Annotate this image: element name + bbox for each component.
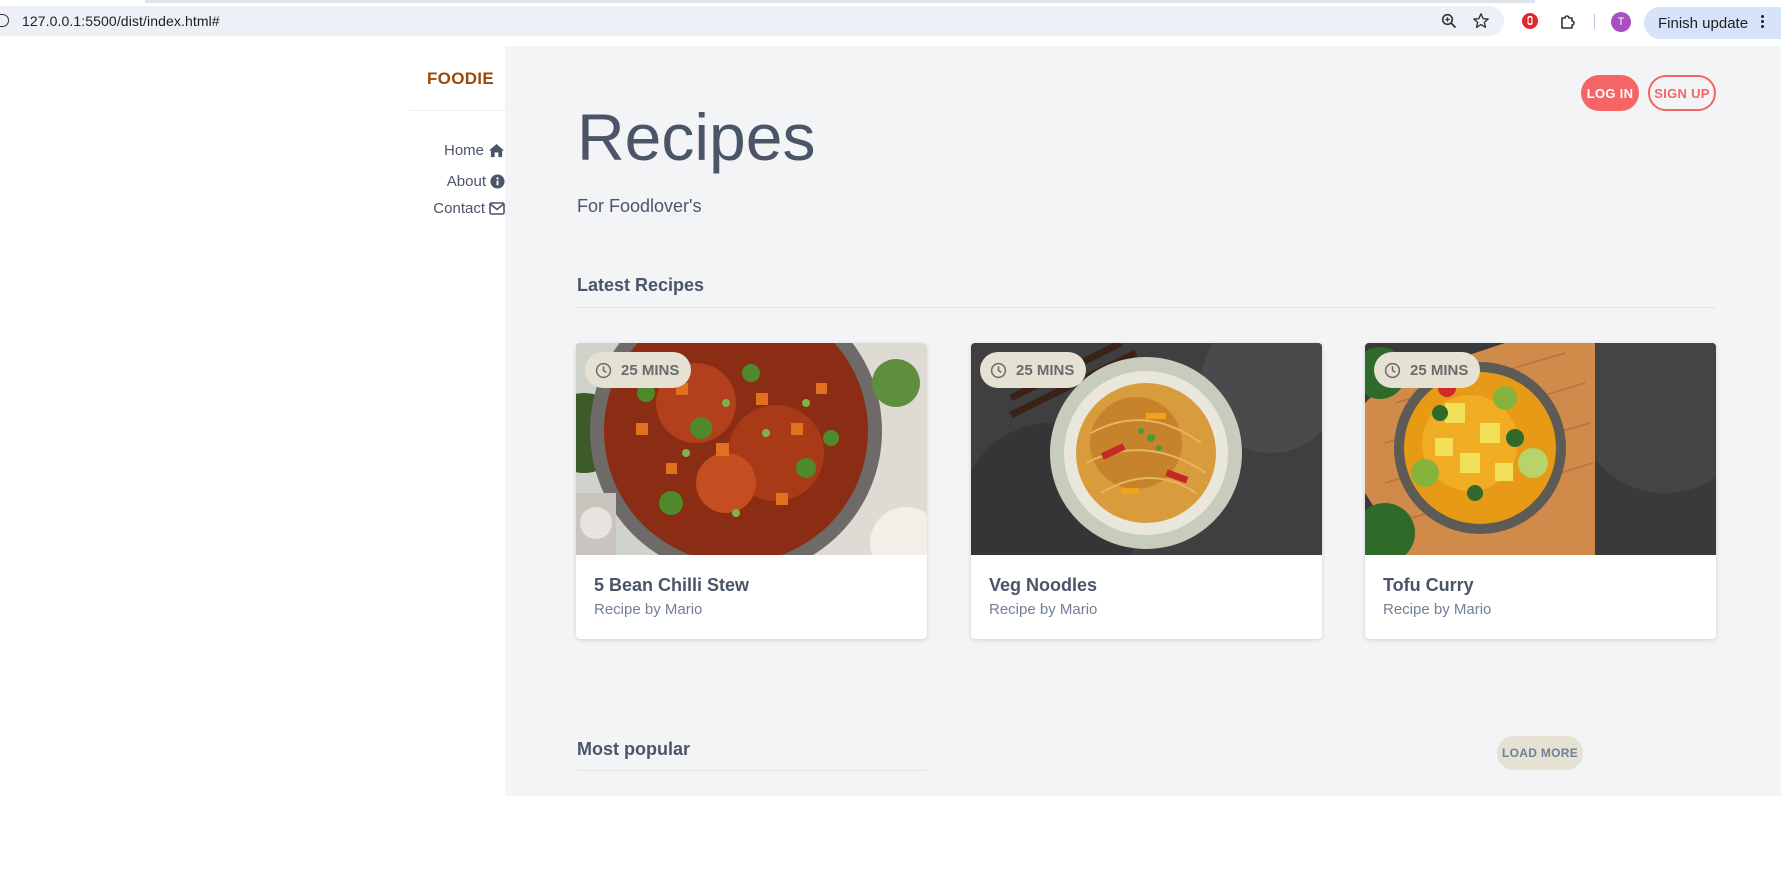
recipe-card[interactable]: 25 MINS Veg Noodles Recipe by Mario <box>971 343 1322 639</box>
sidebar-item-contact[interactable]: Contact <box>433 200 505 217</box>
recipe-card[interactable]: 25 MINS Tofu Curry Recipe by Mario <box>1365 343 1716 639</box>
cook-time-text: 25 MINS <box>1410 361 1469 379</box>
signup-button[interactable]: SIGN UP <box>1648 75 1716 111</box>
recipe-title[interactable]: Tofu Curry <box>1383 575 1474 596</box>
recipe-title[interactable]: Veg Noodles <box>989 575 1097 596</box>
page-title: Recipes <box>577 100 816 174</box>
most-popular-divider <box>577 770 927 771</box>
brand-divider <box>410 110 506 111</box>
finish-update-label: Finish update <box>1658 15 1749 32</box>
recipe-card[interactable]: 25 MINS 5 Bean Chilli Stew Recipe by Mar… <box>576 343 927 639</box>
extensions-puzzle-icon[interactable] <box>1558 11 1578 31</box>
clock-icon <box>1384 362 1401 378</box>
cook-time-text: 25 MINS <box>621 361 680 379</box>
recipe-author: Recipe by Mario <box>989 601 1098 618</box>
load-more-button[interactable]: LOAD MORE <box>1497 736 1583 770</box>
most-popular-heading: Most popular <box>577 739 690 759</box>
sidebar <box>0 46 505 801</box>
sidebar-item-label: About <box>446 173 486 190</box>
veg-noodles-photo: 25 MINS <box>971 343 1322 555</box>
page-subtitle: For Foodlover's <box>577 196 702 216</box>
sidebar-item-about[interactable]: About <box>447 173 505 190</box>
cook-time-badge: 25 MINS <box>585 352 692 388</box>
recipe-author: Recipe by Mario <box>594 601 703 618</box>
recipe-author: Recipe by Mario <box>1383 601 1492 618</box>
sidebar-item-label: Contact <box>433 200 485 217</box>
recipe-title[interactable]: 5 Bean Chilli Stew <box>594 575 749 596</box>
cook-time-text: 25 MINS <box>1016 361 1075 379</box>
profile-avatar[interactable]: T <box>1611 12 1631 32</box>
finish-update-button[interactable]: Finish update <box>1644 7 1781 39</box>
toolbar-separator <box>1594 14 1595 29</box>
sidebar-item-home[interactable]: Home <box>444 142 505 159</box>
cook-time-badge: 25 MINS <box>980 352 1087 388</box>
envelope-icon <box>489 202 505 215</box>
tofu-curry-photo: 25 MINS <box>1365 343 1716 555</box>
bean-chilli-stew-photo: 25 MINS <box>576 343 927 555</box>
extension-red-icon[interactable] <box>1520 11 1540 31</box>
tab-strip-edge <box>145 0 1535 3</box>
bookmark-star-icon[interactable] <box>1471 11 1491 31</box>
sidebar-item-label: Home <box>443 142 484 159</box>
clock-icon <box>990 362 1007 378</box>
address-bar[interactable] <box>0 6 1504 36</box>
menu-dots-icon[interactable] <box>1761 15 1765 31</box>
login-button[interactable]: LOG IN <box>1581 75 1639 111</box>
latest-recipes-divider <box>577 307 1716 308</box>
clock-icon <box>595 362 612 378</box>
url-text[interactable]: 127.0.0.1:5500/dist/index.html# <box>22 13 220 29</box>
home-icon <box>489 143 504 158</box>
brand-logo[interactable]: FOODIE <box>427 69 494 89</box>
info-icon <box>490 174 505 189</box>
cook-time-badge: 25 MINS <box>1374 352 1481 388</box>
latest-recipes-heading: Latest Recipes <box>577 275 705 295</box>
browser-toolbar: 127.0.0.1:5500/dist/index.html# T Finish… <box>0 0 1781 42</box>
zoom-icon[interactable] <box>1439 11 1459 31</box>
